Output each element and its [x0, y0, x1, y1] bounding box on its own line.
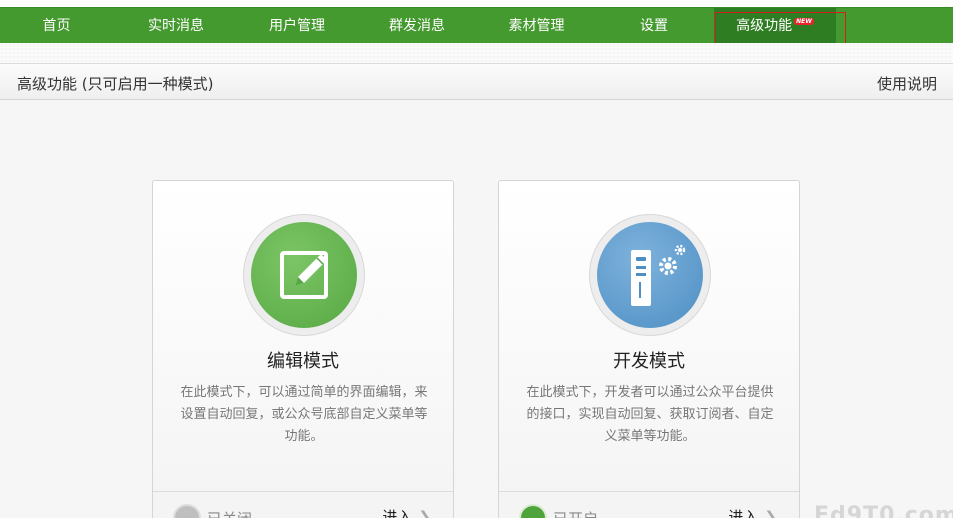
developer-mode-card: 开发模式 在此模式下，开发者可以通过公众平台提供的接口，实现自动回复、获取订阅者… [498, 180, 800, 518]
chevron-right-icon: ❯ [418, 508, 431, 518]
title-bar: 高级功能 (只可启用一种模式) 使用说明 [0, 64, 953, 100]
edit-mode-card: 编辑模式 在此模式下，可以通过简单的界面编辑，来设置自动回复，或公众号底部自定义… [152, 180, 454, 518]
help-link[interactable]: 使用说明 [877, 73, 937, 94]
developer-mode-footer: 已开启 进入 ❯ [499, 491, 799, 518]
nav-advanced-label: 高级功能 [736, 18, 793, 34]
chevron-right-icon: ❯ [764, 508, 777, 518]
edit-mode-title: 编辑模式 [267, 351, 339, 372]
developer-mode-enter-label: 进入 [728, 508, 759, 518]
status-off-icon [173, 504, 201, 518]
developer-mode-title: 开发模式 [613, 351, 685, 372]
edit-mode-footer: 已关闭 进入 ❯ [153, 491, 453, 518]
main-nav: 首页 实时消息 用户管理 群发消息 素材管理 设置 高级功能 NEW [0, 7, 953, 44]
edit-mode-icon-ring [243, 214, 365, 336]
new-badge: NEW [794, 18, 814, 25]
nav-advanced-features[interactable]: 高级功能 NEW [714, 8, 836, 44]
page-title: 高级功能 (只可启用一种模式) [17, 75, 214, 93]
nav-user-management[interactable]: 用户管理 [239, 8, 355, 44]
nav-settings[interactable]: 设置 [594, 8, 714, 44]
developer-mode-description: 在此模式下，开发者可以通过公众平台提供的接口，实现自动回复、获取订阅者、自定义菜… [526, 385, 774, 444]
nav-mass-messages[interactable]: 群发消息 [355, 8, 479, 44]
watermark: Fd9T0.com [814, 503, 953, 518]
nav-materials[interactable]: 素材管理 [479, 8, 594, 44]
edit-mode-enter-link[interactable]: 进入 ❯ [382, 506, 431, 518]
server-gear-icon [597, 222, 703, 328]
edit-mode-enter-label: 进入 [382, 508, 413, 518]
nav-home[interactable]: 首页 [0, 8, 113, 44]
top-strip [0, 0, 953, 7]
edit-mode-description: 在此模式下，可以通过简单的界面编辑，来设置自动回复，或公众号底部自定义菜单等功能… [180, 385, 428, 444]
edit-pencil-icon [251, 222, 357, 328]
content-area [0, 101, 953, 518]
status-on-icon [519, 504, 547, 518]
nav-realtime-messages[interactable]: 实时消息 [113, 8, 239, 44]
developer-mode-status: 已开启 [553, 508, 598, 518]
developer-mode-enter-link[interactable]: 进入 ❯ [728, 506, 777, 518]
edit-mode-status: 已关闭 [207, 508, 252, 518]
dotted-separator [0, 43, 953, 64]
developer-mode-icon-ring [589, 214, 711, 336]
